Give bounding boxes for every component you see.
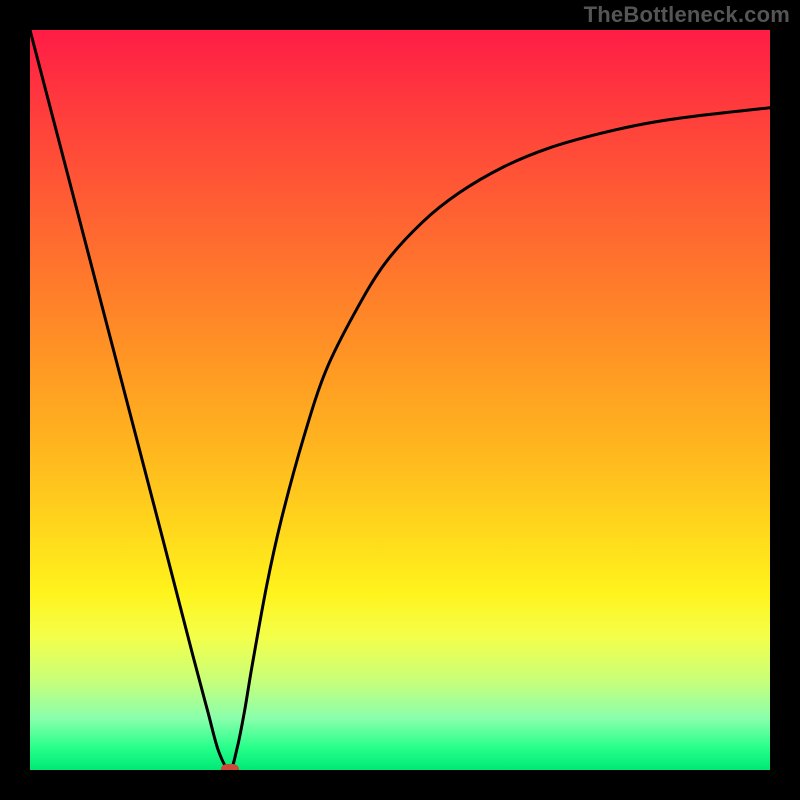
plot-area: [30, 30, 770, 770]
chart-frame: TheBottleneck.com: [0, 0, 800, 800]
watermark-text: TheBottleneck.com: [584, 2, 790, 28]
minimum-marker: [221, 764, 239, 770]
curve-svg: [30, 30, 770, 770]
bottleneck-curve: [30, 30, 770, 770]
